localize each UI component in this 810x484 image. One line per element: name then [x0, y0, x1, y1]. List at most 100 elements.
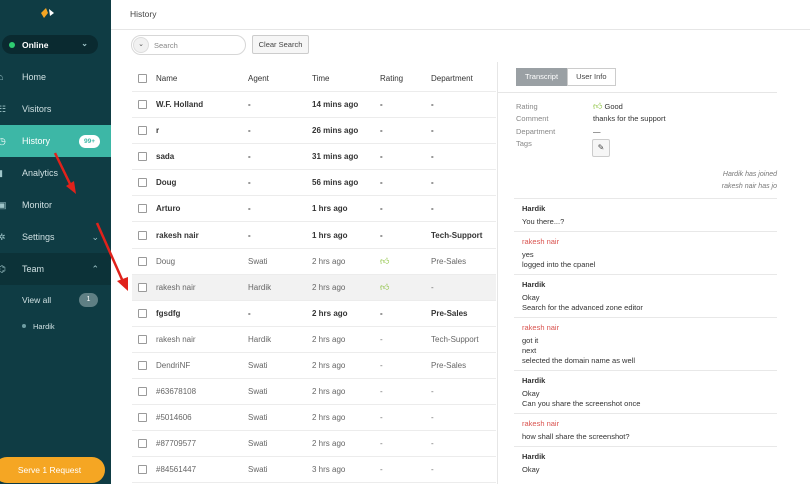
info-department: Department — — [516, 125, 666, 138]
row-checkbox[interactable] — [138, 126, 147, 136]
table-row[interactable]: rakesh nair - 1 hrs ago - Tech-Support — [132, 222, 496, 249]
col-time[interactable]: Time — [312, 74, 329, 83]
table-row[interactable]: #84561447 Swati 3 hrs ago - - — [132, 457, 496, 484]
row-time: 2 hrs ago — [312, 334, 346, 344]
table-row[interactable]: Arturo - 1 hrs ago - - — [132, 196, 496, 223]
row-department: - — [431, 204, 434, 214]
team-submenu: View all 1 Hardik — [0, 290, 111, 336]
table-row[interactable]: rakesh nair Hardik 2 hrs ago 👍︎ - — [132, 274, 496, 301]
row-rating-cell: - — [380, 361, 383, 370]
search-filter-dropdown[interactable]: ⌄ — [133, 37, 149, 53]
table-row[interactable]: Doug Swati 2 hrs ago 👍︎ Pre-Sales — [132, 249, 496, 275]
serve-request-button[interactable]: Serve 1 Request — [0, 457, 105, 483]
row-name: W.F. Holland — [156, 100, 204, 110]
tab-user-info[interactable]: User Info — [567, 68, 616, 86]
table-row[interactable]: W.F. Holland - 14 mins ago - - — [132, 92, 496, 119]
info-value: thanks for the support — [593, 114, 666, 124]
clear-search-button[interactable]: Clear Search — [252, 35, 309, 54]
table-row[interactable]: Doug - 56 mins ago - - — [132, 170, 496, 197]
message-text: Okay — [522, 465, 540, 474]
row-checkbox[interactable] — [138, 334, 147, 344]
row-rating-cell: - — [380, 100, 383, 109]
row-agent: - — [248, 152, 251, 162]
table-row[interactable]: rakesh nair Hardik 2 hrs ago - Tech-Support — [132, 327, 496, 353]
row-time: 1 hrs ago — [312, 204, 348, 214]
table-row[interactable]: DendriNF Swati 2 hrs ago - Pre-Sales — [132, 353, 496, 380]
analytics-icon: ▮ — [0, 167, 3, 178]
row-agent: - — [248, 230, 251, 240]
row-checkbox[interactable] — [138, 439, 147, 449]
info-key: Tags — [516, 139, 532, 149]
agent-name: Hardik — [33, 321, 55, 331]
status-selector[interactable]: Online ⌄ — [2, 35, 98, 54]
row-checkbox[interactable] — [138, 256, 147, 266]
col-rating[interactable]: Rating — [380, 74, 403, 83]
table-row[interactable]: r - 26 mins ago - - — [132, 118, 496, 145]
row-checkbox[interactable] — [138, 230, 147, 240]
row-checkbox[interactable] — [138, 282, 147, 292]
row-department: Tech-Support — [431, 230, 483, 240]
table-row[interactable]: #5014606 Swati 2 hrs ago - - — [132, 405, 496, 432]
history-icon: ◷ — [0, 135, 6, 146]
edit-tags-button[interactable]: ✎ — [592, 139, 610, 157]
row-checkbox[interactable] — [138, 308, 147, 318]
row-time: 2 hrs ago — [312, 413, 346, 423]
row-checkbox[interactable] — [138, 387, 147, 397]
team-icon: ⌬ — [0, 263, 6, 274]
row-rating: - — [380, 126, 383, 136]
table-row[interactable]: sada - 31 mins ago - - — [132, 144, 496, 171]
system-message: rakesh nair has jo — [721, 183, 777, 190]
row-name: #84561447 — [156, 465, 197, 475]
row-department: Pre-Sales — [431, 308, 468, 318]
row-agent: Swati — [248, 439, 268, 449]
message-sender: Hardik — [522, 204, 546, 213]
table-row[interactable]: #63678108 Swati 2 hrs ago - - — [132, 379, 496, 406]
tab-transcript[interactable]: Transcript — [516, 68, 568, 86]
message-text: Okay — [522, 293, 540, 302]
row-rating-cell: 👍︎ — [380, 282, 389, 293]
message-text: got it — [522, 336, 539, 345]
row-rating-cell: - — [380, 413, 383, 422]
nav-label: Monitor — [22, 200, 53, 210]
col-agent[interactable]: Agent — [248, 74, 269, 83]
row-checkbox[interactable] — [138, 204, 147, 214]
nav-item-home[interactable]: ⌂ Home — [0, 61, 111, 93]
row-agent: Hardik — [248, 282, 272, 292]
row-checkbox[interactable] — [138, 360, 147, 370]
annotation-arrow-icon — [53, 152, 76, 194]
message-sender: rakesh nair — [522, 323, 560, 332]
col-name[interactable]: Name — [156, 74, 177, 83]
row-time: 2 hrs ago — [312, 439, 346, 449]
system-message: Hardik has joined — [722, 171, 777, 178]
message-text: Search for the advanced zone editor — [522, 303, 643, 312]
info-tags: Tags — [516, 138, 666, 151]
row-time: 2 hrs ago — [312, 360, 346, 370]
row-time: 3 hrs ago — [312, 465, 346, 475]
row-checkbox[interactable] — [138, 100, 147, 110]
row-department: - — [431, 387, 434, 397]
row-agent: - — [248, 178, 251, 188]
row-agent: - — [248, 204, 251, 214]
chevron-down-icon: ⌄ — [81, 39, 88, 48]
message-sender: Hardik — [522, 376, 546, 385]
team-agent-item[interactable]: Hardik — [0, 316, 111, 336]
rating-value: Good — [604, 101, 623, 111]
message-text: You there...? — [522, 217, 565, 226]
table-row[interactable]: #87709577 Swati 2 hrs ago - - — [132, 431, 496, 458]
info-value: — — [593, 126, 601, 136]
row-checkbox[interactable] — [138, 178, 147, 188]
nav-item-visitors[interactable]: ☷ Visitors — [0, 93, 111, 125]
view-all-label: View all — [22, 295, 52, 305]
col-department[interactable]: Department — [431, 74, 473, 83]
row-checkbox[interactable] — [138, 413, 147, 423]
status-label: Online — [22, 39, 49, 50]
row-checkbox[interactable] — [138, 152, 147, 162]
message-text: logged into the cpanel — [522, 260, 596, 269]
row-rating: - — [380, 413, 383, 423]
row-checkbox[interactable] — [138, 465, 147, 475]
row-rating-cell: - — [380, 126, 383, 135]
select-all-checkbox[interactable] — [138, 74, 147, 83]
row-rating: - — [380, 230, 383, 240]
table-row[interactable]: fgsdfg - 2 hrs ago - Pre-Sales — [132, 301, 496, 327]
search-input[interactable] — [154, 39, 242, 51]
